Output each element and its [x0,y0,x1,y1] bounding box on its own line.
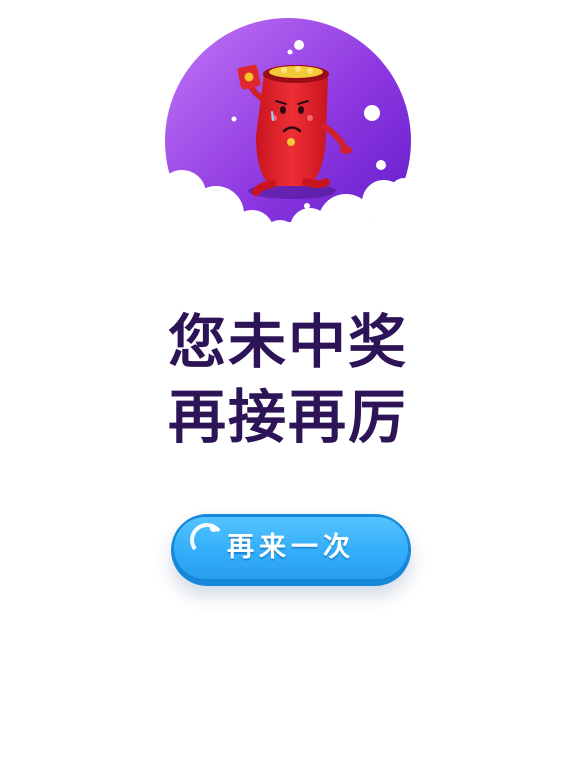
encouragement-message: 再接再厉 [167,383,408,451]
sad-red-envelope-illustration [160,18,416,248]
try-again-label: 再来一次 [227,532,355,563]
try-again-button[interactable]: 再来一次 [171,514,411,586]
no-win-message: 您未中奖 [167,308,408,376]
try-again-button-face: 再来一次 [174,517,408,579]
